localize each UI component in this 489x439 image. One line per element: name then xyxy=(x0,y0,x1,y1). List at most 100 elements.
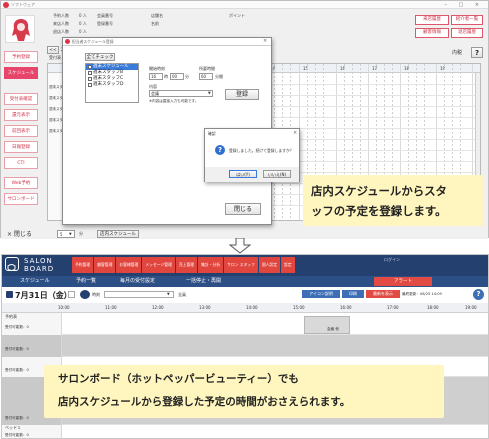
icon-legend-button[interactable]: アイコン説明 xyxy=(302,290,340,298)
alert-button[interactable]: アラート xyxy=(374,277,432,286)
referrer-list-button[interactable]: 紹介者一覧 xyxy=(451,15,483,25)
main-nav: 予約管理 顧客管理 お客様管理 メッセージ管理 売上管理 集計・分析 サロン ス… xyxy=(72,257,295,273)
info-label: 登録番号 xyxy=(97,21,113,26)
sidebar-item-web-reservation[interactable]: Web予約 xyxy=(4,177,38,189)
main-sidebar: 予約登録 スケジュール 受付表確認 還元表示 前回表示 日報登録 CTI xyxy=(4,51,40,173)
salon-board-logo-icon xyxy=(5,257,19,271)
sidebar-item-reception[interactable]: 受付表確認 xyxy=(4,93,38,105)
sub-nav: スケジュール 予約一覧 毎月の受付設定 一括停止・再開 アラート xyxy=(2,276,488,287)
sidebar-item-daily-report[interactable]: 日報登録 xyxy=(4,141,38,153)
duration-label: 所要時間 xyxy=(199,66,215,71)
visit-history-button[interactable]: 来店履歴 xyxy=(415,15,449,25)
nav-analytics[interactable]: 集計・分析 xyxy=(198,257,224,273)
customer-info-button[interactable]: 顧客情報 xyxy=(415,28,449,38)
dialog-title: 担当者スケジュール登録 xyxy=(72,39,114,44)
today-button[interactable] xyxy=(80,290,90,299)
help-button[interactable]: ? xyxy=(471,47,483,58)
next-day-icon[interactable] xyxy=(68,291,75,298)
sidebar-item-reservation[interactable]: 予約登録 xyxy=(4,51,38,63)
logo-text-bottom: BOARD xyxy=(24,265,55,273)
duration-unit: 分間 xyxy=(215,74,223,79)
shop-field-label: 店舗名 xyxy=(151,13,163,18)
subnav-schedule[interactable]: スケジュール xyxy=(20,276,50,287)
prev-date-button[interactable]: << xyxy=(47,46,59,54)
hour-unit: 時 xyxy=(164,74,168,79)
subnav-monthly-settings[interactable]: 毎月の受付設定 xyxy=(120,276,155,287)
info-label: 退店人数 xyxy=(53,29,69,34)
callout-bottom: サロンボード（ホットペッパービューティー）でも 店内スケジュールから登録した予定… xyxy=(44,365,444,418)
nav-customers[interactable]: 顧客管理 xyxy=(94,257,116,273)
sidebar-item-schedule[interactable]: スケジュール xyxy=(4,67,38,79)
callout-line: ッフの予定を登録します。 xyxy=(311,204,447,218)
checkbox[interactable] xyxy=(88,71,92,75)
user-label: ログイン xyxy=(384,257,400,262)
leave-history-button[interactable]: 退店履歴 xyxy=(451,28,483,38)
close-window-button[interactable]: × 閉じる xyxy=(7,229,32,238)
time-select-label: 時刻 xyxy=(92,292,100,297)
chevron-down-icon: ▼ xyxy=(208,91,211,95)
subnav-reservation-list[interactable]: 予約一覧 xyxy=(76,276,96,287)
calendar-icon[interactable] xyxy=(6,291,13,298)
nav-personal[interactable]: 個人設定 xyxy=(258,257,281,273)
close-icon[interactable]: × xyxy=(263,39,267,44)
nav-guests[interactable]: お客様管理 xyxy=(116,257,142,273)
staff-checklist[interactable]: 週末スケジュール 週末スタッフB 週末スタッフC 週末スタッフD xyxy=(85,63,139,103)
dialog-close-button[interactable]: 閉じる xyxy=(225,203,261,215)
table-row[interactable]: 受付可能数：0 xyxy=(2,335,488,357)
duration-select[interactable]: 60 xyxy=(199,73,213,80)
table-row[interactable]: 予約表 受付可能数：0 会議 他 xyxy=(2,313,488,335)
staff-avatar xyxy=(5,15,35,43)
list-item[interactable]: 週末スタッフD xyxy=(86,82,138,88)
sidebar-item-cti[interactable]: CTI xyxy=(4,157,38,169)
table-row[interactable]: ベッド１ 受付可能数：0 xyxy=(2,425,488,438)
register-button[interactable]: 登録 xyxy=(225,89,259,100)
shop-schedule-button[interactable]: 店内スケジュール xyxy=(97,230,139,238)
nav-settings[interactable]: 設定 xyxy=(281,257,295,273)
app-logo-icon xyxy=(3,2,9,8)
list-item-label: 週末スタッフD xyxy=(93,82,124,87)
checkbox[interactable] xyxy=(88,83,92,87)
schedule-event-block[interactable]: 会議 他 xyxy=(304,316,350,334)
check-all-button[interactable]: 全てチェック xyxy=(85,53,115,61)
nav-reservations[interactable]: 予約管理 xyxy=(72,257,94,273)
checkbox-checked[interactable] xyxy=(88,65,92,69)
print-button[interactable]: 印刷 xyxy=(342,290,364,298)
interval-select[interactable]: 5 ▼ xyxy=(57,230,75,238)
row-capacity: 受付可能数：0 xyxy=(5,416,29,420)
toolbar-label: 受付表 xyxy=(49,55,61,60)
refresh-button[interactable]: 最新を表示 xyxy=(366,290,400,298)
start-hour-select[interactable]: 16 xyxy=(149,73,163,80)
sidebar-item-previous[interactable]: 前回表示 xyxy=(4,125,38,137)
content-combobox[interactable]: 会議 ▼ xyxy=(149,90,213,97)
confirm-message: 登録しました。続けて登録しますか？ xyxy=(229,148,294,153)
app-logo-icon xyxy=(65,39,70,44)
yes-button[interactable]: はい(Y) xyxy=(229,170,257,178)
nav-sales[interactable]: 売上管理 xyxy=(175,257,198,273)
sidebar-item-return[interactable]: 還元表示 xyxy=(4,109,38,121)
start-time-label: 開始時刻 xyxy=(149,66,165,71)
start-minute-select[interactable]: 00 xyxy=(170,73,184,80)
time-label: 19:00 xyxy=(465,305,477,310)
close-icon[interactable]: × xyxy=(293,131,297,136)
time-label: 18:00 xyxy=(427,305,439,310)
time-label: 15:00 xyxy=(293,305,305,310)
event-label: 会議 他 xyxy=(327,327,339,331)
logo-text-top: SALON xyxy=(24,257,53,265)
nav-messages[interactable]: メッセージ管理 xyxy=(142,257,175,273)
row-label-cell: 予約表 受付可能数：0 xyxy=(2,313,62,335)
nav-staff[interactable]: サロン スタッフ xyxy=(224,257,258,273)
sidebar-item-salon-board[interactable]: サロンボード xyxy=(4,193,38,205)
row-label-cell: ベッド１ 受付可能数：0 xyxy=(2,425,62,438)
window-controls[interactable]: – □ × xyxy=(444,2,484,8)
info-label: 来店人数 xyxy=(53,21,69,26)
info-label: 予約人数 xyxy=(53,13,69,18)
no-button[interactable]: いいえ(N) xyxy=(263,170,291,178)
checkbox[interactable] xyxy=(88,77,92,81)
date-bar: 7月31日（金） 時刻 ▼ 全員 アイコン説明 印刷 最新を表示 最終更新：06… xyxy=(2,287,488,303)
help-button[interactable]: ? xyxy=(473,289,484,300)
start-minute-value: 00 xyxy=(172,74,178,79)
dialog-title: 確認 xyxy=(208,131,216,136)
display-select[interactable]: ▼ xyxy=(104,291,174,298)
info-value: 0 人 xyxy=(79,21,87,26)
subnav-bulk-stop[interactable]: 一括停止・再開 xyxy=(186,276,221,287)
